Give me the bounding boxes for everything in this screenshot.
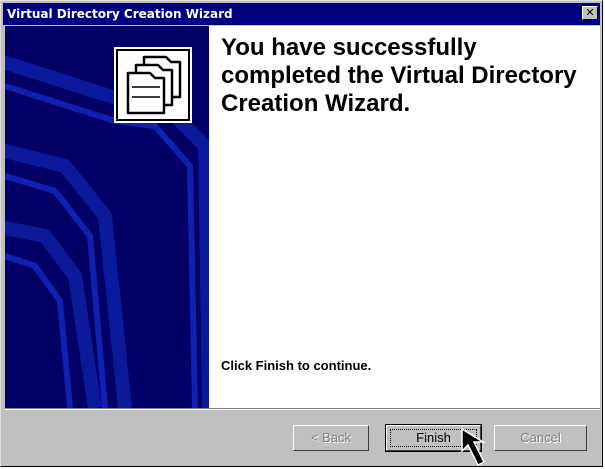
cancel-button[interactable]: Cancel — [494, 425, 587, 451]
mouse-pointer-icon — [461, 427, 486, 467]
continue-instruction: Click Finish to continue. — [221, 358, 372, 373]
wizard-window: Virtual Directory Creation Wizard ✕ You … — [0, 0, 603, 467]
title-bar[interactable]: Virtual Directory Creation Wizard ✕ — [3, 3, 600, 25]
close-button[interactable]: ✕ — [582, 6, 598, 20]
wizard-banner — [5, 26, 209, 408]
back-button[interactable]: < Back — [293, 425, 369, 451]
close-icon: ✕ — [585, 6, 595, 19]
wizard-content: You have successfully completed the Virt… — [209, 26, 600, 408]
completion-heading: You have successfully completed the Virt… — [221, 34, 577, 117]
window-title: Virtual Directory Creation Wizard — [7, 7, 233, 21]
divider-highlight — [5, 409, 600, 410]
folders-icon — [114, 47, 192, 123]
